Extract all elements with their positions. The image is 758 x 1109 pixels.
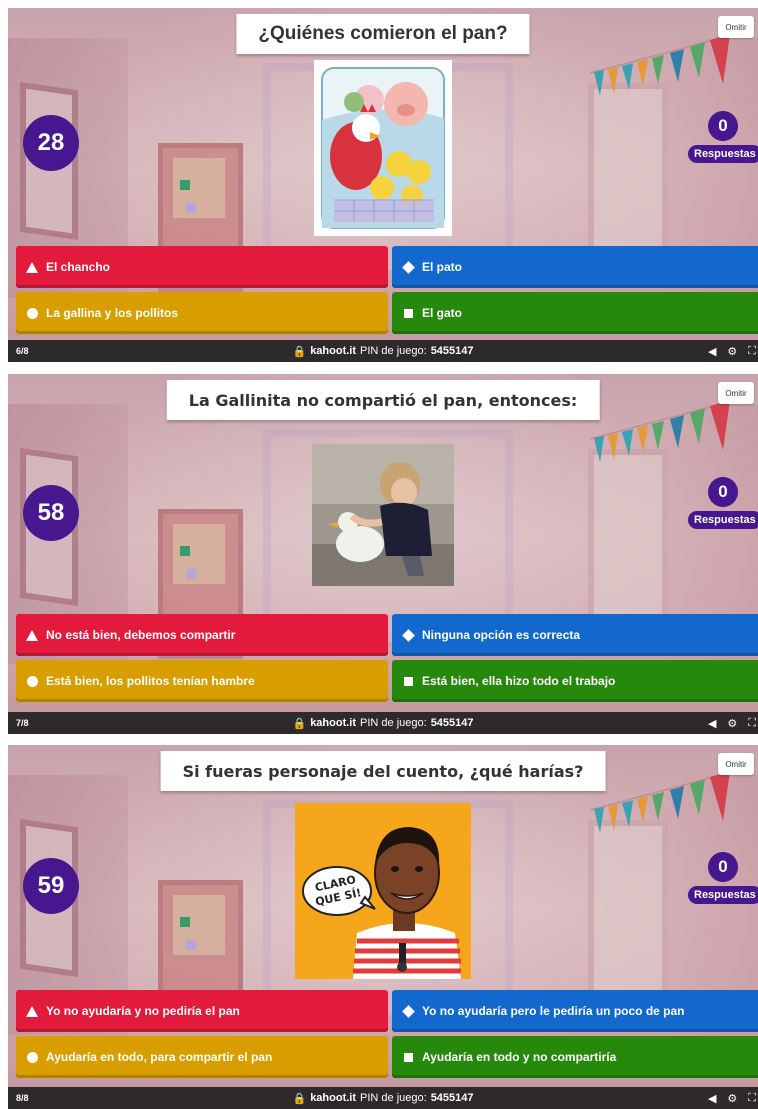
quiz-screen-2: La Gallinita no compartió el pan, entonc… xyxy=(8,374,758,734)
pin-label: PIN de juego: xyxy=(360,345,427,357)
answer-yellow-circle[interactable]: Ayudaría en todo, para compartir el pan xyxy=(16,1036,388,1078)
square-icon xyxy=(401,306,415,320)
bottom-bar: 6/8 🔒 kahoot.it PIN de juego: 5455147 ◀ … xyxy=(8,340,758,362)
answer-yellow-circle[interactable]: La gallina y los pollitos xyxy=(16,292,388,334)
answer-count-value: 0 xyxy=(708,477,738,507)
diamond-icon xyxy=(401,1004,415,1018)
lock-icon: 🔒 xyxy=(292,1092,307,1105)
lock-icon: 🔒 xyxy=(292,345,307,358)
bottom-bar: 8/8 🔒 kahoot.it PIN de juego: 5455147 ◀ … xyxy=(8,1087,758,1109)
answer-green-square[interactable]: Ayudaría en todo y no compartiría xyxy=(392,1036,758,1078)
bunting-decoration xyxy=(590,398,740,462)
lock-icon: 🔒 xyxy=(292,717,307,730)
answer-label: Ninguna opción es correcta xyxy=(422,628,581,642)
triangle-icon xyxy=(25,628,39,642)
circle-icon xyxy=(25,674,39,688)
timer-countdown: 58 xyxy=(23,485,79,541)
answer-red-triangle[interactable]: Yo no ayudaría y no pediría el pan xyxy=(16,990,388,1032)
skip-button[interactable]: Omitir xyxy=(718,382,754,404)
skip-button[interactable]: Omitir xyxy=(718,753,754,775)
question-title: La Gallinita no compartió el pan, entonc… xyxy=(166,380,600,420)
question-title: ¿Quiénes comieron el pan? xyxy=(236,14,530,54)
question-image: CLARO QUE SÍ! xyxy=(295,803,471,979)
smiling-man-illustration: CLARO QUE SÍ! xyxy=(295,803,471,979)
answer-red-triangle[interactable]: El chancho xyxy=(16,246,388,288)
answer-label: Está bien, ella hizo todo el trabajo xyxy=(422,674,616,688)
circle-icon xyxy=(25,306,39,320)
answer-label: La gallina y los pollitos xyxy=(46,306,179,320)
pin-value: 5455147 xyxy=(430,717,474,729)
question-progress: 6/8 xyxy=(16,346,29,356)
volume-icon[interactable]: ◀ xyxy=(708,1092,716,1105)
answer-green-square[interactable]: El gato xyxy=(392,292,758,334)
pin-label: PIN de juego: xyxy=(360,1092,427,1104)
farm-animals-illustration xyxy=(318,64,448,232)
volume-icon[interactable]: ◀ xyxy=(708,717,716,730)
answer-label: No está bien, debemos compartir xyxy=(46,628,236,642)
game-pin-info: 🔒 kahoot.it PIN de juego: 5455147 xyxy=(292,717,473,730)
answer-blue-diamond[interactable]: El pato xyxy=(392,246,758,288)
answer-label: Ayudaría en todo y no compartiría xyxy=(422,1050,617,1064)
bottom-bar: 7/8 🔒 kahoot.it PIN de juego: 5455147 ◀ … xyxy=(8,712,758,734)
question-image xyxy=(312,444,454,586)
question-progress: 8/8 xyxy=(16,1093,29,1103)
bunting-decoration xyxy=(590,769,740,833)
bunting-decoration xyxy=(590,32,740,96)
answer-grid: No está bien, debemos compartir Ninguna … xyxy=(16,614,758,702)
answer-grid: Yo no ayudaría y no pediría el pan Yo no… xyxy=(16,990,758,1078)
site-name: kahoot.it xyxy=(310,1092,357,1104)
answer-label: Está bien, los pollitos tenían hambre xyxy=(46,674,255,688)
child-with-duck-photo xyxy=(312,444,454,586)
triangle-icon xyxy=(25,1004,39,1018)
answer-blue-diamond[interactable]: Ninguna opción es correcta xyxy=(392,614,758,656)
fullscreen-icon[interactable]: ⛶ xyxy=(748,345,756,358)
answer-label: El chancho xyxy=(46,260,111,274)
circle-icon xyxy=(25,1050,39,1064)
pin-value: 5455147 xyxy=(430,1092,474,1104)
gear-icon[interactable]: ⚙ xyxy=(727,717,737,730)
triangle-icon xyxy=(25,260,39,274)
question-image xyxy=(314,60,452,236)
answers-label: Respuestas xyxy=(688,145,758,163)
diamond-icon xyxy=(401,260,415,274)
answer-label: Yo no ayudaría y no pediría el pan xyxy=(46,1004,240,1018)
answers-counter: 0 Respuestas xyxy=(688,477,758,529)
site-name: kahoot.it xyxy=(310,717,357,729)
square-icon xyxy=(401,674,415,688)
answer-label: Yo no ayudaría pero le pediría un poco d… xyxy=(422,1004,685,1018)
answer-label: El gato xyxy=(422,306,463,320)
gear-icon[interactable]: ⚙ xyxy=(727,1092,737,1105)
diamond-icon xyxy=(401,628,415,642)
answers-label: Respuestas xyxy=(688,886,758,904)
answer-count-value: 0 xyxy=(708,852,738,882)
timer-countdown: 28 xyxy=(23,115,79,171)
answer-red-triangle[interactable]: No está bien, debemos compartir xyxy=(16,614,388,656)
skip-button[interactable]: Omitir xyxy=(718,16,754,38)
site-name: kahoot.it xyxy=(310,345,357,357)
volume-icon[interactable]: ◀ xyxy=(708,345,716,358)
pin-value: 5455147 xyxy=(430,345,474,357)
square-icon xyxy=(401,1050,415,1064)
answer-grid: El chancho El pato La gallina y los poll… xyxy=(16,246,758,334)
game-pin-info: 🔒 kahoot.it PIN de juego: 5455147 xyxy=(292,1092,473,1105)
gear-icon[interactable]: ⚙ xyxy=(727,345,737,358)
answer-label: Ayudaría en todo, para compartir el pan xyxy=(46,1050,273,1064)
answer-blue-diamond[interactable]: Yo no ayudaría pero le pediría un poco d… xyxy=(392,990,758,1032)
game-pin-info: 🔒 kahoot.it PIN de juego: 5455147 xyxy=(292,345,473,358)
answer-count-value: 0 xyxy=(708,111,738,141)
answers-label: Respuestas xyxy=(688,511,758,529)
answer-label: El pato xyxy=(422,260,463,274)
answers-counter: 0 Respuestas xyxy=(688,852,758,904)
fullscreen-icon[interactable]: ⛶ xyxy=(748,717,756,730)
timer-countdown: 59 xyxy=(23,858,79,914)
question-title: Si fueras personaje del cuento, ¿qué har… xyxy=(160,751,606,791)
fullscreen-icon[interactable]: ⛶ xyxy=(748,1092,756,1105)
quiz-screen-1: ¿Quiénes comieron el pan? Omitir 28 0 Re… xyxy=(8,8,758,362)
answer-yellow-circle[interactable]: Está bien, los pollitos tenían hambre xyxy=(16,660,388,702)
pin-label: PIN de juego: xyxy=(360,717,427,729)
quiz-screen-3: Si fueras personaje del cuento, ¿qué har… xyxy=(8,745,758,1109)
answer-green-square[interactable]: Está bien, ella hizo todo el trabajo xyxy=(392,660,758,702)
question-progress: 7/8 xyxy=(16,718,29,728)
answers-counter: 0 Respuestas xyxy=(688,111,758,163)
